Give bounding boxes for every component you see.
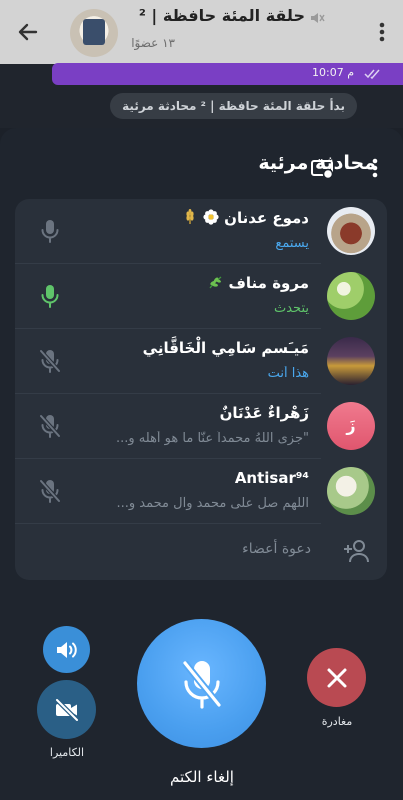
mic-icon[interactable] (38, 218, 62, 244)
participant-name: مروة مناف (228, 274, 310, 292)
mic-off-icon[interactable] (38, 478, 62, 504)
speaker-icon (56, 641, 77, 658)
participant-name: دموع عدنان (224, 209, 309, 227)
daisy-icon (203, 209, 219, 225)
avatar (327, 207, 375, 255)
participant-status: يتحدث (274, 301, 309, 316)
service-message: بدأ حلقة المئة حافظة | ² محادثة مرئية (110, 93, 357, 119)
camera-label: الكاميرا (49, 746, 85, 759)
more-vertical-icon[interactable] (372, 158, 378, 178)
herb-icon (209, 276, 222, 289)
camera-off-icon (54, 698, 79, 721)
chat-title[interactable]: حلقة المئة حافظة | ² (139, 6, 305, 25)
invite-label: دعوة أعضاء (242, 541, 311, 557)
speaker-button[interactable] (43, 626, 90, 673)
more-vertical-icon[interactable] (379, 22, 385, 42)
wheat-icon (186, 209, 194, 224)
chat-header: حلقة المئة حافظة | ² ١٣ عضوًا (0, 0, 403, 64)
avatar (327, 272, 375, 320)
participant-name: مَيـَسم سَامِي الْخَاقَّانِي (142, 339, 309, 357)
participant-status: يستمع (275, 236, 309, 251)
close-icon (327, 668, 346, 687)
screen-share-icon[interactable] (310, 158, 334, 180)
participant-row[interactable]: زَ زَهْراءٌ عَدْنَانٌ "جزى اللّهُ محمداً… (15, 394, 387, 459)
unmute-label: إلغاء الكتم (170, 768, 234, 786)
participant-name: Antisar⁹⁴ (234, 469, 309, 487)
camera-button[interactable] (37, 680, 96, 739)
avatar-letter: زَ (346, 416, 356, 435)
invite-members-button[interactable]: دعوة أعضاء (15, 524, 387, 580)
message-time: 10:07 م (312, 66, 355, 79)
group-avatar[interactable] (70, 9, 118, 57)
muted-icon (311, 13, 325, 23)
participant-row[interactable]: دموع عدنان يستمع (15, 199, 387, 264)
read-ticks-icon (364, 69, 380, 80)
participant-row[interactable]: Antisar⁹⁴ اللهم صل على محمد وآل محمد و..… (15, 459, 387, 524)
mic-off-icon[interactable] (38, 348, 62, 374)
participant-row[interactable]: مَيـَسم سَامِي الْخَاقَّانِي هذا أنت (15, 329, 387, 394)
back-arrow-icon[interactable] (14, 18, 42, 46)
mic-active-icon[interactable] (38, 283, 62, 309)
participant-status: هذا أنت (267, 366, 309, 381)
member-count: ١٣ عضوًا (131, 36, 175, 50)
participant-list: دموع عدنان يستمع مروة مناف يتحدث مَيـَسم… (15, 199, 387, 580)
mic-off-icon (181, 660, 222, 709)
participant-status: اللهم صل على محمد وآل محمد و... (116, 496, 310, 511)
mic-off-icon[interactable] (38, 413, 62, 439)
participant-name: زَهْراءٌ عَدْنَانٌ (219, 404, 309, 422)
avatar (327, 337, 375, 385)
participant-status: "جزى اللّهُ محمداً عنّا ما هو أهله و... (116, 431, 309, 446)
avatar (327, 467, 375, 515)
avatar: زَ (327, 402, 375, 450)
unmute-button[interactable] (137, 619, 266, 748)
video-chat-sheet: محادثة مرئية دموع عدنان يستمع مروة مناف … (0, 128, 403, 800)
leave-label: مغادرة (321, 715, 353, 728)
participant-row[interactable]: مروة مناف يتحدث (15, 264, 387, 329)
leave-button[interactable] (307, 648, 366, 707)
add-user-icon (344, 540, 369, 563)
